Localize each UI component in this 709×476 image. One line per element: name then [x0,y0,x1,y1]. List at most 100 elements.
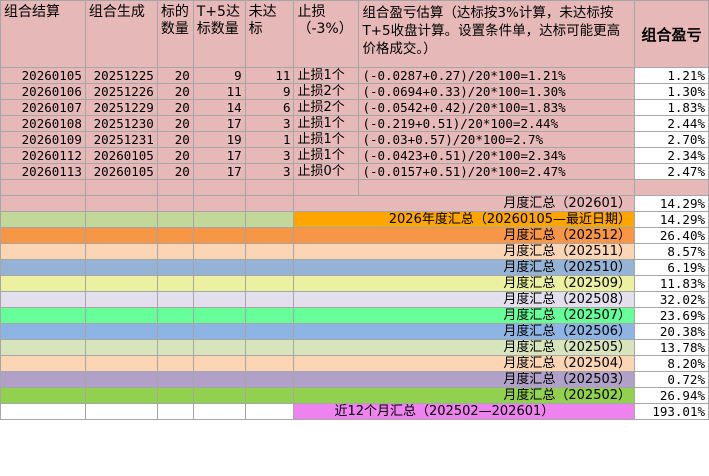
summary-blank-cell[interactable] [244,243,295,260]
summary-value[interactable]: 8.57% [634,243,709,260]
summary-label[interactable]: 月度汇总（202506） [293,323,636,340]
summary-blank-cell[interactable] [192,275,246,292]
blank-cell[interactable] [156,179,194,196]
generate-cell[interactable]: 20260105 [84,163,158,180]
summary-blank-cell[interactable] [192,211,246,228]
count-cell[interactable]: 20 [156,147,194,164]
summary-blank-cell[interactable] [192,403,246,420]
summary-value[interactable]: 193.01% [634,403,709,420]
summary-blank-cell[interactable] [244,291,295,308]
pnl-cell[interactable]: 2.44% [634,115,709,132]
summary-blank-cell[interactable] [192,323,246,340]
summary-blank-cell[interactable] [244,355,295,372]
summary-label[interactable]: 月度汇总（202505） [293,339,636,356]
generate-cell[interactable]: 20251225 [84,67,158,84]
summary-value[interactable]: 23.69% [634,307,709,324]
blank-cell[interactable] [244,179,295,196]
settle-cell[interactable]: 20260108 [0,115,86,132]
stop-cell[interactable]: 止损2个 [293,99,360,116]
miss-cell[interactable]: 11 [244,67,295,84]
summary-label[interactable]: 月度汇总（202503） [293,371,636,388]
summary-value[interactable]: 26.94% [634,387,709,404]
miss-cell[interactable]: 9 [244,83,295,100]
summary-value[interactable]: 0.72% [634,371,709,388]
summary-blank-cell[interactable] [244,323,295,340]
summary-label[interactable]: 月度汇总（202601） [293,195,636,212]
summary-blank-cell[interactable] [0,211,86,228]
summary-blank-cell[interactable] [0,403,86,420]
header-count[interactable]: 标的数量 [156,0,194,68]
summary-value[interactable]: 14.29% [634,211,709,228]
hit-cell[interactable]: 17 [192,163,246,180]
pnl-cell[interactable]: 1.21% [634,67,709,84]
header-settle[interactable]: 组合结算 [0,0,86,68]
summary-blank-cell[interactable] [244,227,295,244]
summary-blank-cell[interactable] [244,259,295,276]
miss-cell[interactable]: 3 [244,115,295,132]
summary-blank-cell[interactable] [156,195,194,212]
hit-cell[interactable]: 11 [192,83,246,100]
summary-blank-cell[interactable] [192,339,246,356]
summary-blank-cell[interactable] [84,211,158,228]
stop-cell[interactable]: 止损1个 [293,147,360,164]
summary-label[interactable]: 月度汇总（202509） [293,275,636,292]
summary-blank-cell[interactable] [0,323,86,340]
summary-label[interactable]: 月度汇总（202504） [293,355,636,372]
formula-cell[interactable]: (-0.0423+0.51)/20*100=2.34% [358,147,636,164]
summary-blank-cell[interactable] [156,355,194,372]
settle-cell[interactable]: 20260105 [0,67,86,84]
formula-cell[interactable]: (-0.0542+0.42)/20*100=1.83% [358,99,636,116]
pnl-cell[interactable]: 2.47% [634,163,709,180]
summary-value[interactable]: 8.20% [634,355,709,372]
summary-blank-cell[interactable] [0,355,86,372]
summary-blank-cell[interactable] [0,259,86,276]
summary-blank-cell[interactable] [84,307,158,324]
summary-blank-cell[interactable] [0,387,86,404]
pnl-cell[interactable]: 1.30% [634,83,709,100]
summary-blank-cell[interactable] [192,227,246,244]
summary-blank-cell[interactable] [192,387,246,404]
hit-cell[interactable]: 19 [192,131,246,148]
header-stop[interactable]: 止损（-3%） [293,0,360,68]
header-generate[interactable]: 组合生成 [84,0,158,68]
summary-blank-cell[interactable] [84,387,158,404]
count-cell[interactable]: 20 [156,131,194,148]
summary-blank-cell[interactable] [192,259,246,276]
summary-blank-cell[interactable] [84,323,158,340]
summary-blank-cell[interactable] [84,403,158,420]
miss-cell[interactable]: 6 [244,99,295,116]
count-cell[interactable]: 20 [156,83,194,100]
summary-label[interactable]: 月度汇总（202502） [293,387,636,404]
summary-blank-cell[interactable] [244,307,295,324]
summary-blank-cell[interactable] [192,355,246,372]
generate-cell[interactable]: 20251230 [84,115,158,132]
spreadsheet-grid[interactable]: 组合结算 组合生成 标的数量 T+5达标数量 未达标 止损（-3%） 组合盈亏估… [0,0,709,420]
blank-cell[interactable] [0,179,86,196]
summary-blank-cell[interactable] [0,371,86,388]
summary-blank-cell[interactable] [244,403,295,420]
formula-cell[interactable]: (-0.0157+0.51)/20*100=2.47% [358,163,636,180]
count-cell[interactable]: 20 [156,163,194,180]
summary-blank-cell[interactable] [156,387,194,404]
summary-blank-cell[interactable] [84,275,158,292]
summary-blank-cell[interactable] [156,307,194,324]
header-estimate[interactable]: 组合盈亏估算（达标按3%计算，未达标按T+5收盘计算。设置条件单，达标可能更高价… [358,0,636,68]
summary-blank-cell[interactable] [0,291,86,308]
blank-cell[interactable] [634,179,709,196]
summary-blank-cell[interactable] [156,275,194,292]
count-cell[interactable]: 20 [156,99,194,116]
summary-blank-cell[interactable] [192,195,246,212]
summary-value[interactable]: 11.83% [634,275,709,292]
blank-cell[interactable] [293,179,360,196]
summary-value[interactable]: 32.02% [634,291,709,308]
miss-cell[interactable]: 1 [244,131,295,148]
summary-blank-cell[interactable] [192,291,246,308]
formula-cell[interactable]: (-0.0694+0.33)/20*100=1.30% [358,83,636,100]
settle-cell[interactable]: 20260107 [0,99,86,116]
summary-blank-cell[interactable] [156,227,194,244]
pnl-cell[interactable]: 2.70% [634,131,709,148]
summary-blank-cell[interactable] [244,211,295,228]
formula-cell[interactable]: (-0.03+0.57)/20*100=2.7% [358,131,636,148]
settle-cell[interactable]: 20260106 [0,83,86,100]
summary-label[interactable]: 月度汇总（202508） [293,291,636,308]
